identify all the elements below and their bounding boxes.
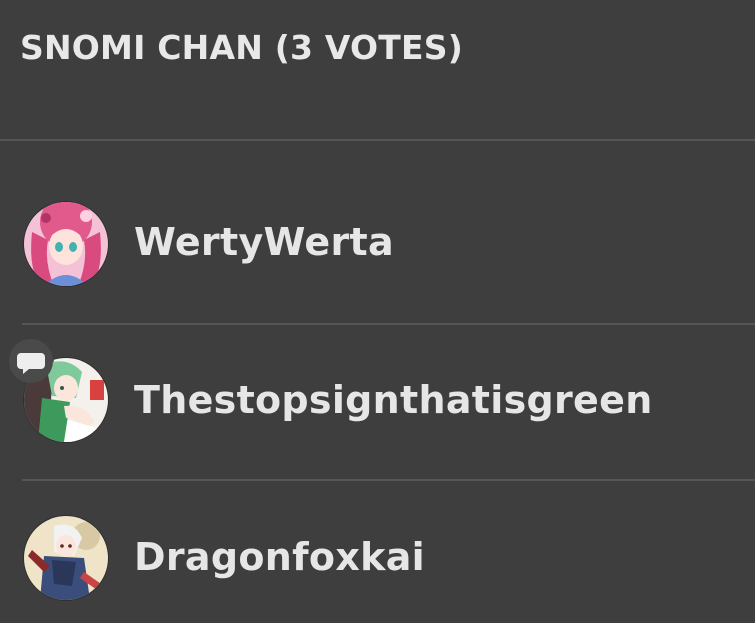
- voter-list: WertyWerta Thestopsignthatisgreen Dragon…: [0, 143, 755, 623]
- voter-item[interactable]: WertyWerta: [0, 143, 755, 323]
- voter-username[interactable]: Dragonfoxkai: [134, 535, 425, 579]
- chat-bubble-icon: [9, 339, 53, 383]
- voter-item[interactable]: Dragonfoxkai: [0, 479, 755, 623]
- voter-item[interactable]: Thestopsignthatisgreen: [0, 323, 755, 479]
- anime-character-white-hair-avatar[interactable]: [24, 516, 108, 600]
- poll-option-title: SNOMI CHAN (3 VOTES): [20, 28, 463, 67]
- voter-username[interactable]: Thestopsignthatisgreen: [134, 378, 653, 422]
- voter-username[interactable]: WertyWerta: [134, 220, 394, 264]
- poll-results-panel: SNOMI CHAN (3 VOTES) WertyWerta Thestops…: [0, 0, 755, 623]
- poll-option-header: SNOMI CHAN (3 VOTES): [0, 0, 755, 141]
- anime-girl-pink-hair-avatar[interactable]: [24, 202, 108, 286]
